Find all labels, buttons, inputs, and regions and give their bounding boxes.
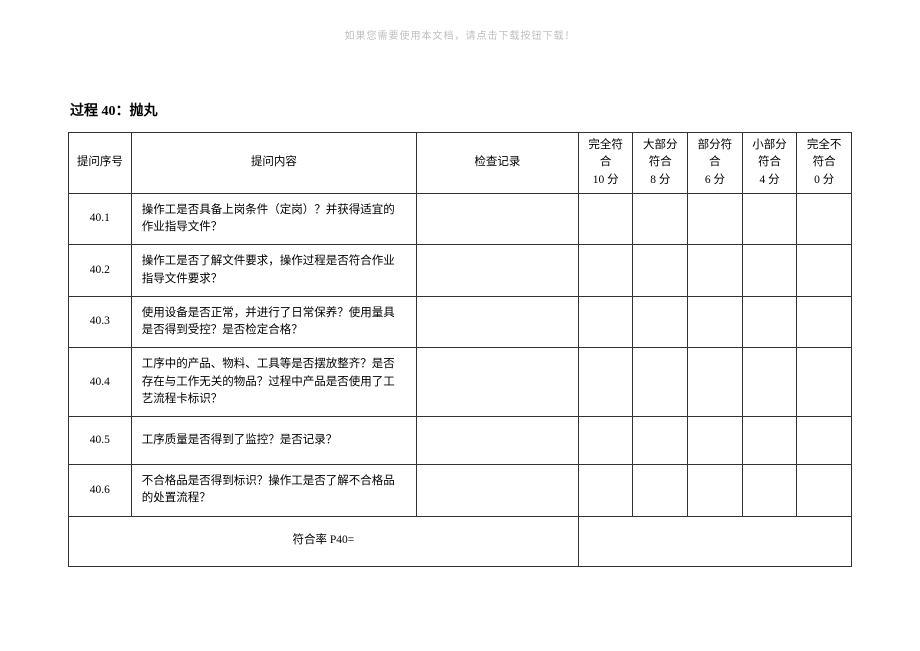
header-score-4: 完全不符合 0 分	[797, 133, 852, 194]
cell-score[interactable]	[797, 465, 852, 517]
score-points: 0 分	[803, 172, 845, 189]
header-question: 提问内容	[131, 133, 416, 194]
cell-score[interactable]	[797, 348, 852, 417]
cell-score[interactable]	[633, 296, 688, 348]
cell-record[interactable]	[416, 417, 578, 465]
cell-score[interactable]	[742, 417, 797, 465]
cell-score[interactable]	[688, 193, 743, 245]
cell-score[interactable]	[578, 245, 633, 297]
cell-seq: 40.4	[69, 348, 132, 417]
score-points: 6 分	[694, 172, 736, 189]
cell-seq: 40.1	[69, 193, 132, 245]
header-score-2: 部分符合 6 分	[688, 133, 743, 194]
cell-score[interactable]	[797, 417, 852, 465]
page-content: 过程 40：抛丸 提问序号 提问内容 检查记录 完全符合 10 分 大部分符合 …	[0, 0, 920, 567]
table-row: 40.3 使用设备是否正常，并进行了日常保养？使用量具是否得到受控？是否检定合格…	[69, 296, 852, 348]
cell-score[interactable]	[797, 193, 852, 245]
header-seq: 提问序号	[69, 133, 132, 194]
cell-score[interactable]	[797, 245, 852, 297]
header-row: 提问序号 提问内容 检查记录 完全符合 10 分 大部分符合 8 分 部分符合 …	[69, 133, 852, 194]
cell-score[interactable]	[688, 417, 743, 465]
cell-seq: 40.3	[69, 296, 132, 348]
cell-seq: 40.5	[69, 417, 132, 465]
score-points: 10 分	[585, 172, 627, 189]
header-score-0: 完全符合 10 分	[578, 133, 633, 194]
compliance-rate-label: 符合率 P40=	[69, 516, 579, 566]
header-record: 检查记录	[416, 133, 578, 194]
table-row: 40.5 工序质量是否得到了监控？是否记录？	[69, 417, 852, 465]
cell-score[interactable]	[742, 296, 797, 348]
cell-record[interactable]	[416, 193, 578, 245]
table-row: 40.6 不合格品是否得到标识？操作工是否了解不合格品的处置流程？	[69, 465, 852, 517]
cell-score[interactable]	[578, 348, 633, 417]
score-label: 小部分符合	[749, 137, 791, 172]
cell-record[interactable]	[416, 465, 578, 517]
table-row: 40.4 工序中的产品、物料、工具等是否摆放整齐？是否存在与工作无关的物品？过程…	[69, 348, 852, 417]
cell-question: 工序中的产品、物料、工具等是否摆放整齐？是否存在与工作无关的物品？过程中产品是否…	[131, 348, 416, 417]
footer-row: 符合率 P40=	[69, 516, 852, 566]
cell-record[interactable]	[416, 348, 578, 417]
cell-score[interactable]	[578, 193, 633, 245]
cell-score[interactable]	[688, 296, 743, 348]
cell-score[interactable]	[633, 348, 688, 417]
score-label: 大部分符合	[639, 137, 681, 172]
cell-score[interactable]	[797, 296, 852, 348]
score-label: 完全不符合	[803, 137, 845, 172]
cell-score[interactable]	[688, 348, 743, 417]
cell-score[interactable]	[578, 417, 633, 465]
score-points: 8 分	[639, 172, 681, 189]
cell-question: 操作工是否具备上岗条件（定岗）？并获得适宜的作业指导文件？	[131, 193, 416, 245]
table-row: 40.1 操作工是否具备上岗条件（定岗）？并获得适宜的作业指导文件？	[69, 193, 852, 245]
watermark-text: 如果您需要使用本文档，请点击下载按钮下载！	[345, 27, 576, 42]
cell-question: 操作工是否了解文件要求，操作过程是否符合作业指导文件要求？	[131, 245, 416, 297]
cell-question: 不合格品是否得到标识？操作工是否了解不合格品的处置流程？	[131, 465, 416, 517]
audit-table: 提问序号 提问内容 检查记录 完全符合 10 分 大部分符合 8 分 部分符合 …	[68, 132, 852, 567]
header-score-3: 小部分符合 4 分	[742, 133, 797, 194]
cell-score[interactable]	[742, 465, 797, 517]
cell-score[interactable]	[633, 193, 688, 245]
cell-seq: 40.6	[69, 465, 132, 517]
section-title: 过程 40：抛丸	[68, 100, 852, 120]
cell-score[interactable]	[578, 296, 633, 348]
score-label: 部分符合	[694, 137, 736, 172]
cell-score[interactable]	[633, 245, 688, 297]
cell-score[interactable]	[578, 465, 633, 517]
cell-score[interactable]	[742, 193, 797, 245]
table-row: 40.2 操作工是否了解文件要求，操作过程是否符合作业指导文件要求？	[69, 245, 852, 297]
cell-score[interactable]	[742, 245, 797, 297]
score-points: 4 分	[749, 172, 791, 189]
cell-question: 工序质量是否得到了监控？是否记录？	[131, 417, 416, 465]
cell-question: 使用设备是否正常，并进行了日常保养？使用量具是否得到受控？是否检定合格？	[131, 296, 416, 348]
cell-seq: 40.2	[69, 245, 132, 297]
header-score-1: 大部分符合 8 分	[633, 133, 688, 194]
score-label: 完全符合	[585, 137, 627, 172]
cell-score[interactable]	[688, 465, 743, 517]
cell-score[interactable]	[633, 417, 688, 465]
cell-record[interactable]	[416, 296, 578, 348]
cell-score[interactable]	[633, 465, 688, 517]
cell-score[interactable]	[688, 245, 743, 297]
cell-score[interactable]	[742, 348, 797, 417]
cell-record[interactable]	[416, 245, 578, 297]
compliance-rate-value[interactable]	[578, 516, 851, 566]
